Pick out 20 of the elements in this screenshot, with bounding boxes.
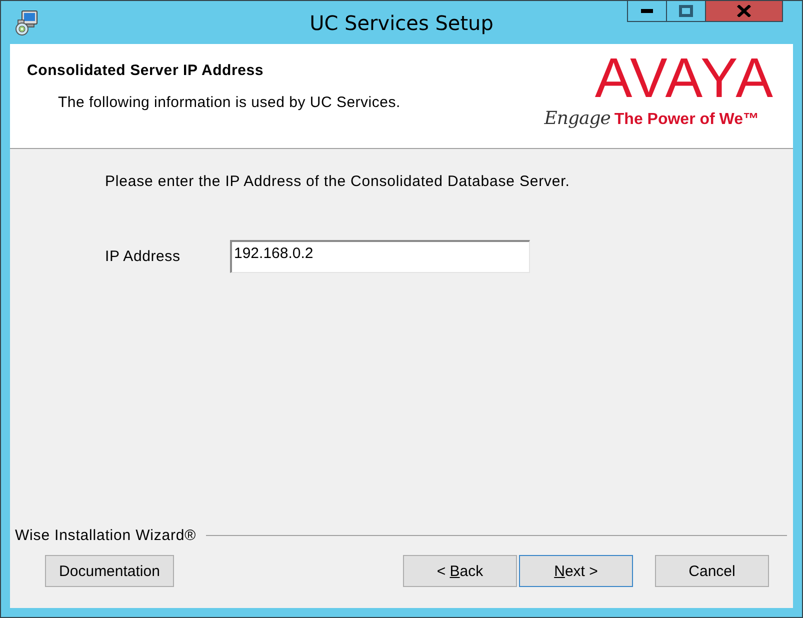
maximize-icon xyxy=(679,5,693,17)
logo-script: Engage xyxy=(544,108,610,129)
page-title: Consolidated Server IP Address xyxy=(27,62,264,79)
logo-wordmark: AVAYA xyxy=(594,50,775,106)
cancel-button[interactable]: Cancel xyxy=(655,555,769,587)
close-button[interactable] xyxy=(705,1,783,22)
minimize-icon xyxy=(641,9,653,13)
minimize-button[interactable] xyxy=(627,1,667,22)
logo-tagline: The Power of We™ xyxy=(614,111,759,129)
documentation-button[interactable]: Documentation xyxy=(45,555,174,587)
wizard-brand-label: Wise Installation Wizard® xyxy=(15,527,196,544)
back-button[interactable]: < Back xyxy=(403,555,517,587)
instruction-text: Please enter the IP Address of the Consolidated Database Server. xyxy=(105,173,570,190)
window-title: UC Services Setup xyxy=(310,10,494,34)
close-icon xyxy=(737,5,751,17)
page-subtitle: The following information is used by UC Services. xyxy=(58,94,400,111)
field-label: IP Address xyxy=(105,248,182,265)
next-button[interactable]: Next > xyxy=(519,555,633,587)
input-field[interactable]: 192.168.0.2 xyxy=(230,240,530,273)
computer-disc-icon xyxy=(13,10,39,36)
